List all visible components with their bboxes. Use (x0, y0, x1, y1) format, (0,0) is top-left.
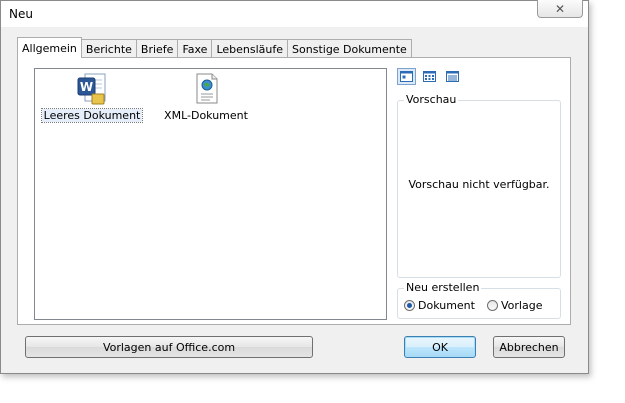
word-document-icon: W (77, 73, 106, 105)
preview-legend: Vorschau (404, 93, 459, 106)
office-templates-button[interactable]: Vorlagen auf Office.com (25, 336, 313, 358)
tab-panel: W Leeres Dokument XML-Dokument Vorschau … (17, 57, 571, 325)
dialog-title: Neu (9, 7, 33, 21)
tab-allgemein[interactable]: Allgemein (17, 37, 82, 58)
close-button[interactable]: ✕ (537, 0, 583, 18)
radio-button-unchecked[interactable] (487, 300, 498, 311)
radio-button-checked[interactable] (404, 300, 415, 311)
list-view-button[interactable] (420, 68, 439, 85)
view-toggle-group (397, 68, 462, 85)
large-icons-view-icon (400, 71, 413, 82)
tab-lebenslaeufe[interactable]: Lebensläufe (211, 39, 289, 58)
template-label: XML-Dokument (164, 109, 248, 122)
xml-document-icon (196, 73, 218, 104)
details-view-button[interactable] (443, 68, 462, 85)
large-icons-view-button[interactable] (397, 68, 416, 85)
list-view-icon (423, 71, 436, 82)
tab-bar: Allgemein Berichte Briefe Faxe Lebensläu… (17, 37, 412, 58)
ok-button[interactable]: OK (404, 336, 476, 358)
template-item-xml-dokument[interactable]: XML-Dokument (156, 72, 256, 122)
new-document-dialog: Neu ✕ Allgemein Berichte Briefe Faxe Leb… (0, 0, 589, 374)
tab-faxe[interactable]: Faxe (177, 39, 213, 58)
tab-sonstige-dokumente[interactable]: Sonstige Dokumente (287, 39, 412, 58)
tab-briefe[interactable]: Briefe (135, 39, 179, 58)
template-item-leeres-dokument[interactable]: W Leeres Dokument (40, 72, 144, 123)
template-list[interactable]: W Leeres Dokument XML-Dokument (34, 68, 387, 320)
template-label: Leeres Dokument (40, 108, 144, 123)
radio-label: Vorlage (501, 299, 543, 312)
preview-group: Vorschau Vorschau nicht verfügbar. (397, 93, 561, 278)
title-bar: Neu (1, 1, 588, 27)
preview-text: Vorschau nicht verfügbar. (408, 178, 550, 191)
close-icon: ✕ (554, 1, 566, 16)
create-new-group: Neu erstellen Dokument Vorlage (397, 281, 561, 319)
radio-dokument[interactable]: Dokument (404, 299, 475, 312)
create-new-legend: Neu erstellen (404, 281, 482, 294)
tab-berichte[interactable]: Berichte (80, 39, 137, 58)
cancel-button[interactable]: Abbrechen (493, 336, 565, 358)
radio-vorlage[interactable]: Vorlage (487, 299, 542, 312)
svg-text:W: W (80, 80, 93, 94)
details-view-icon (446, 71, 459, 82)
radio-label: Dokument (418, 299, 475, 312)
